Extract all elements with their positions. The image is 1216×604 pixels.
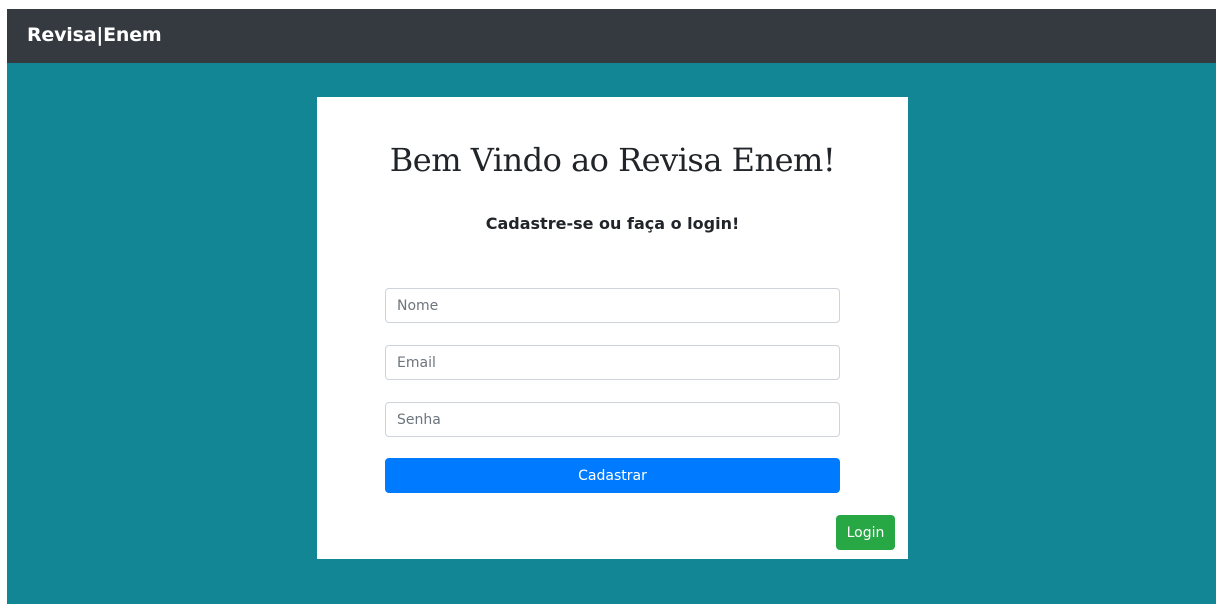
page-subtitle: Cadastre-se ou faça o login! (485, 214, 740, 233)
email-input[interactable] (385, 345, 840, 380)
navbar-brand[interactable]: Revisa|Enem (27, 23, 162, 47)
page-title: Bem Vindo ao Revisa Enem! (389, 141, 836, 179)
nome-input[interactable] (385, 288, 840, 323)
signup-card: Bem Vindo ao Revisa Enem! Cadastre-se ou… (317, 97, 908, 559)
cadastrar-button[interactable]: Cadastrar (385, 458, 840, 493)
login-button[interactable]: Login (836, 515, 895, 550)
navbar: Revisa|Enem (7, 9, 1216, 63)
senha-input[interactable] (385, 402, 840, 437)
app-background: Revisa|Enem Bem Vindo ao Revisa Enem! Ca… (7, 9, 1216, 604)
